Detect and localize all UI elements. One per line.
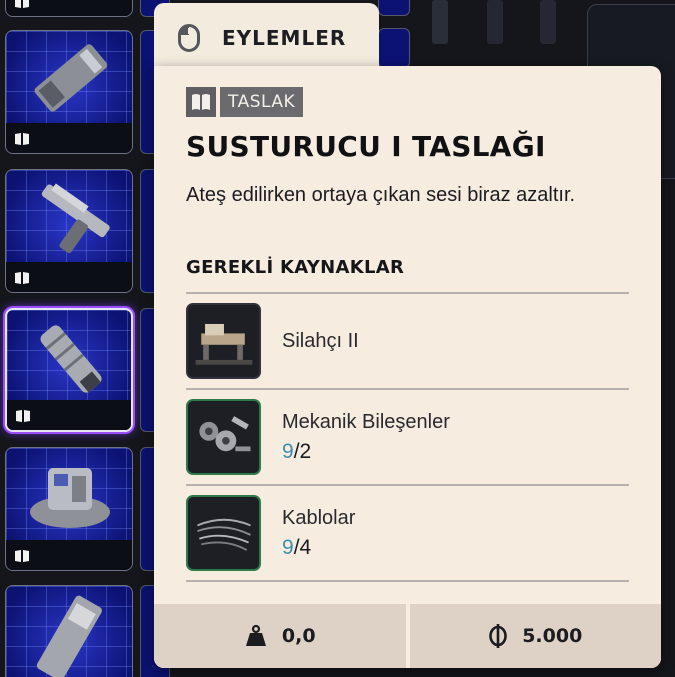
scrollbar-track [487, 0, 503, 44]
requirement-name: Silahçı II [282, 329, 359, 352]
requirement-row[interactable]: Kablolar 9/4 [186, 486, 629, 580]
quantity-owned: 9 [282, 535, 294, 559]
weight-display: 0,0 [154, 604, 406, 668]
quantity-required: 2 [299, 439, 312, 463]
suppressor-item-image [40, 325, 102, 393]
actions-tab[interactable]: EYLEMLER [154, 3, 379, 73]
item-tooltip: TASLAK SUSTURUCU I TASLAĞI Ateş edilirke… [154, 66, 661, 668]
weight-value: 0,0 [281, 625, 316, 647]
requirement-row[interactable]: Mekanik Bileşenler 9/2 [186, 390, 629, 484]
divider [186, 580, 629, 582]
quantity-owned: 9 [282, 439, 294, 463]
requirement-name: Kablolar [282, 506, 356, 529]
inventory-slot[interactable] [5, 585, 133, 677]
item-title: SUSTURUCU I TASLAĞI [186, 130, 546, 163]
requirements-heading: GEREKLİ KAYNAKLAR [186, 257, 405, 278]
quantity-required: 4 [299, 535, 312, 559]
weight-icon [245, 624, 266, 646]
blueprint-book-icon [15, 272, 29, 284]
inventory-slot[interactable] [5, 169, 133, 293]
blueprint-book-icon [16, 410, 30, 422]
requirement-quantity: 9/2 [282, 440, 450, 464]
inventory-slot-selected[interactable] [5, 308, 133, 432]
price-display: 5.000 [409, 604, 661, 668]
mechanical-parts-icon [186, 399, 261, 475]
scrollbar-track [540, 0, 556, 44]
wires-icon [186, 495, 261, 571]
inventory-slot[interactable] [5, 0, 133, 17]
requirement-quantity: 9/4 [282, 536, 355, 560]
silencer-item-image [34, 44, 108, 112]
blueprint-book-icon [15, 0, 29, 8]
inventory-slot[interactable] [378, 0, 410, 16]
inventory-slot[interactable] [378, 28, 410, 68]
requirement-row[interactable]: Silahçı II [186, 294, 629, 388]
inventory-slot[interactable] [5, 30, 133, 154]
inventory-slot[interactable] [5, 447, 133, 571]
blueprint-book-icon [15, 550, 29, 562]
workbench-icon [186, 303, 261, 379]
pistol-item-image [41, 183, 110, 254]
mouse-icon [178, 24, 200, 52]
item-footer: 0,0 5.000 [154, 604, 661, 668]
requirements-list: Silahçı II Mekanik Bileşenler 9/2 Kablol… [186, 292, 629, 582]
actions-title: EYLEMLER [222, 26, 347, 50]
blueprint-book-icon [192, 94, 210, 110]
currency-icon [489, 624, 507, 648]
engine-part-item-image [30, 468, 110, 528]
scrollbar[interactable] [432, 0, 448, 44]
tag-label: TASLAK [220, 87, 304, 117]
blueprint-book-icon [15, 133, 29, 145]
blueprint-tag: TASLAK [186, 87, 304, 117]
price-value: 5.000 [522, 625, 583, 647]
item-description: Ateş edilirken ortaya çıkan sesi biraz a… [186, 184, 576, 206]
requirement-name: Mekanik Bileşenler [282, 410, 450, 433]
rifle-part-item-image [36, 595, 102, 677]
